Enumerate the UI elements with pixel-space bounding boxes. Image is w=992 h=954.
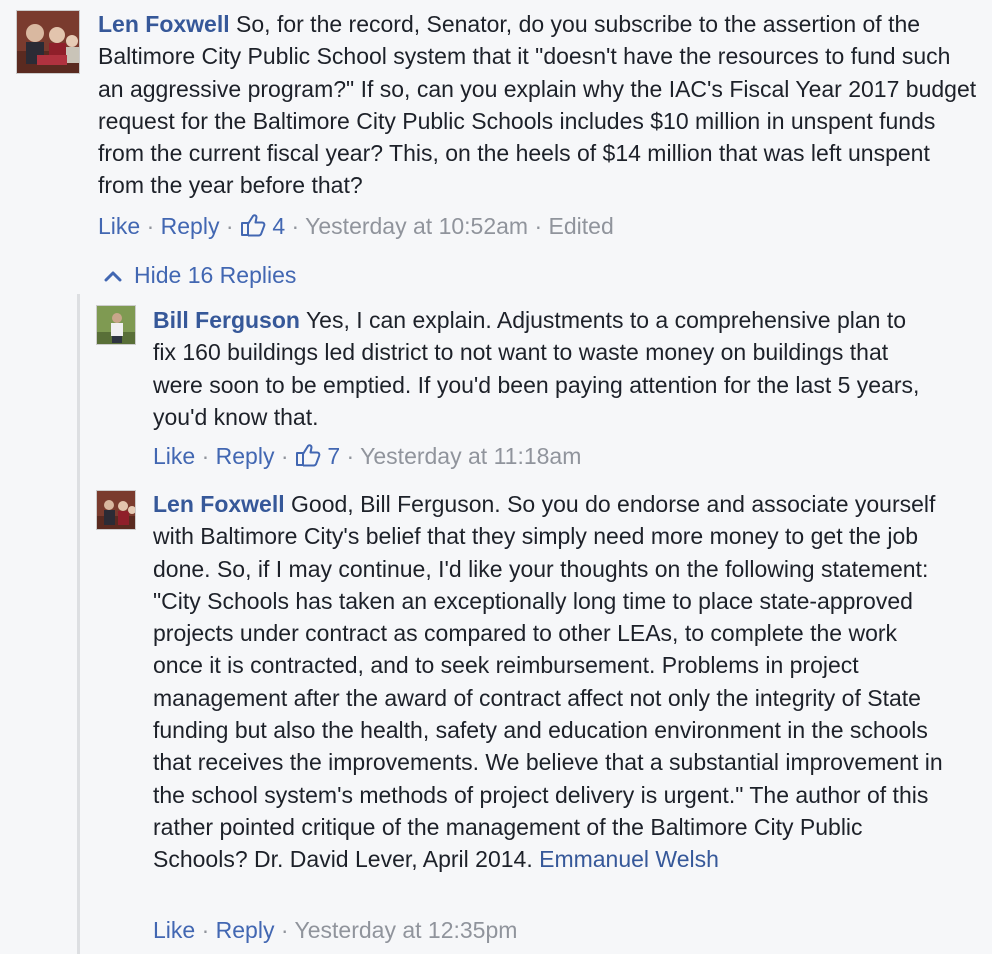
reply-author[interactable]: Len Foxwell (153, 491, 285, 517)
timestamp[interactable]: Yesterday at 11:18am (360, 443, 581, 469)
reply-thread-line (77, 294, 80, 954)
timestamp[interactable]: Yesterday at 12:35pm (295, 917, 518, 943)
like-count[interactable]: 4 (272, 213, 285, 239)
separator: · (280, 443, 289, 469)
separator: · (225, 213, 234, 239)
like-count[interactable]: 7 (327, 443, 340, 469)
separator: · (291, 213, 300, 239)
reply-body: Len Foxwell Good, Bill Ferguson. So you … (153, 488, 943, 876)
avatar[interactable] (96, 490, 136, 530)
comment-author[interactable]: Len Foxwell (98, 11, 230, 37)
reply-link[interactable]: Reply (216, 443, 275, 469)
comment-body: Len Foxwell So, for the record, Senator,… (98, 8, 978, 202)
avatar[interactable] (96, 305, 136, 345)
reply-text: Good, Bill Ferguson. So you do endorse a… (153, 491, 943, 873)
thumbs-up-icon[interactable] (240, 213, 266, 244)
separator: · (280, 917, 289, 943)
separator: · (146, 213, 155, 239)
reply-author[interactable]: Bill Ferguson (153, 307, 300, 333)
like-link[interactable]: Like (98, 213, 140, 239)
separator: · (346, 443, 355, 469)
separator: · (201, 917, 210, 943)
comment-actions: Like · Reply · 4 · Yesterday at 10:52am … (98, 211, 614, 244)
reply-actions: Like · Reply · Yesterday at 12:35pm (153, 915, 517, 945)
thumbs-up-icon[interactable] (295, 443, 321, 474)
reply-body: Bill Ferguson Yes, I can explain. Adjust… (153, 304, 933, 433)
reply-link[interactable]: Reply (161, 213, 220, 239)
avatar[interactable] (16, 10, 80, 74)
chevron-up-icon (104, 259, 122, 289)
reply-link[interactable]: Reply (216, 917, 275, 943)
hide-replies-button[interactable]: Hide 16 Replies (104, 259, 296, 290)
timestamp[interactable]: Yesterday at 10:52am (305, 213, 528, 239)
separator: · (201, 443, 210, 469)
like-link[interactable]: Like (153, 443, 195, 469)
comment-text: So, for the record, Senator, do you subs… (98, 11, 977, 199)
mention-link[interactable]: Emmanuel Welsh (539, 846, 719, 872)
reply-actions: Like · Reply · 7 · Yesterday at 11:18am (153, 441, 581, 474)
like-link[interactable]: Like (153, 917, 195, 943)
hide-replies-label: Hide 16 Replies (134, 262, 297, 288)
separator: · (534, 213, 543, 239)
edited-label[interactable]: Edited (549, 213, 614, 239)
